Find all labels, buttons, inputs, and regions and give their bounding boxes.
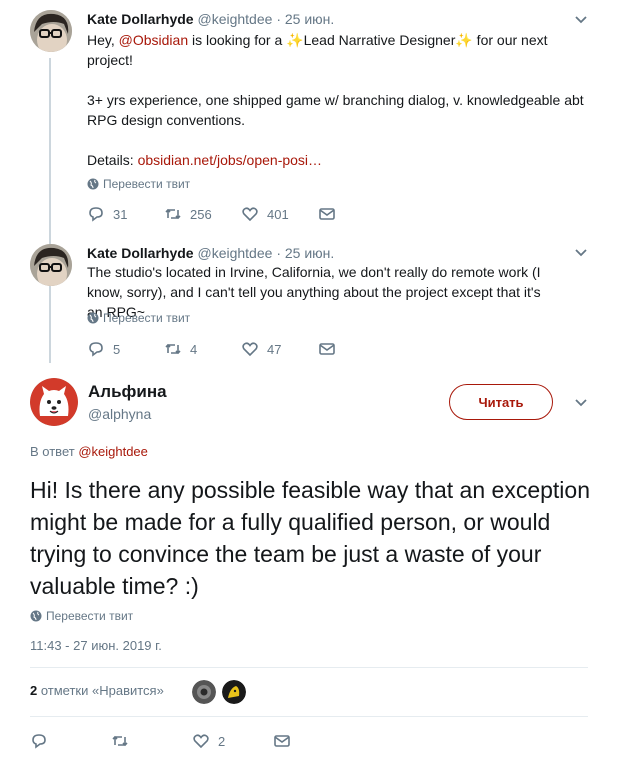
text-segment: is looking for a [188,32,287,48]
retweet-icon [165,343,181,355]
reply-icon [32,734,46,749]
divider [30,667,588,668]
reply-button[interactable]: 5 [87,340,164,358]
tweet-actions: 5 4 47 [87,340,395,358]
retweet-icon [112,735,128,747]
reply-icon [89,207,103,222]
translate-tweet-link[interactable]: Перевести твит [30,609,133,623]
retweet-button[interactable]: 4 [164,340,241,358]
mention-link[interactable]: @Obsidian [119,32,188,48]
chevron-down-icon[interactable] [574,396,588,410]
liker-avatar[interactable] [222,680,246,704]
author-handle[interactable]: @keightdee [197,11,272,27]
liker-avatar[interactable] [192,680,216,704]
details-line: Details: obsidian.net/jobs/open-posi… [87,150,578,170]
text-segment: Hey, [87,32,119,48]
reply-to-link[interactable]: @keightdee [78,444,148,459]
envelope-icon [319,208,335,220]
direct-message-button[interactable] [318,205,395,223]
tweet-timestamp[interactable]: 11:43 - 27 июн. 2019 г. [30,638,162,653]
main-avatar[interactable] [30,378,78,426]
like-count: 2 [218,733,226,749]
avatar-image [30,244,72,286]
details-link[interactable]: obsidian.net/jobs/open-posi… [138,152,322,168]
like-button[interactable]: 2 [192,732,273,750]
sparkle-emoji: ✨ [455,32,473,48]
tweet-header: Kate Dollarhyde @keightdee · 25 июн. [87,10,578,28]
translate-label: Перевести твит [103,177,191,191]
main-author: Альфина @alphyna [88,382,167,422]
globe-icon [87,178,99,190]
retweet-count: 256 [190,206,212,222]
direct-message-button[interactable] [318,340,395,358]
envelope-icon [319,343,335,355]
globe-icon [87,312,99,324]
like-count: 401 [267,206,289,222]
translate-tweet-link[interactable]: Перевести твит [87,311,578,325]
retweet-count: 4 [190,341,198,357]
author-name[interactable]: Kate Dollarhyde [87,245,194,261]
follow-button[interactable]: Читать [449,384,553,420]
avatar-image [222,680,246,704]
avatar[interactable] [30,10,72,52]
main-tweet-text: Hi! Is there any possible feasible way t… [30,477,590,599]
text-paragraph: 3+ yrs experience, one shipped game w/ b… [87,92,584,128]
reply-count: 31 [113,206,128,222]
retweet-button[interactable]: 256 [164,205,241,223]
details-label: Details: [87,152,138,168]
divider [30,716,588,717]
like-count: 47 [267,341,282,357]
reply-prefix: В ответ [30,444,79,459]
tweet-text: Hey, @Obsidian is looking for a ✨Lead Na… [87,30,584,170]
envelope-icon [274,735,290,747]
reply-count: 5 [113,341,121,357]
translate-label: Перевести твит [46,609,134,623]
tweet-date[interactable]: 25 июн. [285,11,334,27]
retweet-icon [165,208,181,220]
author-handle[interactable]: @alphyna [88,406,167,422]
sparkle-emoji: ✨ [286,32,304,48]
like-button[interactable]: 401 [241,205,318,223]
tweet-date[interactable]: 25 июн. [285,245,334,261]
author-name[interactable]: Альфина [88,382,167,402]
reply-icon [89,342,103,357]
retweet-button[interactable] [111,732,192,750]
text-segment: Lead Narrative Designer [303,32,456,48]
likes-label: отметки «Нравится» [37,683,164,698]
direct-message-button[interactable] [273,732,354,750]
likes-summary[interactable]: 2 отметки «Нравится» [30,683,164,698]
avatar[interactable] [30,244,72,286]
author-handle[interactable]: @keightdee [197,245,272,261]
avatar-image [192,680,216,704]
reply-context: В ответ @keightdee [30,444,148,459]
chevron-down-icon[interactable] [574,246,588,260]
tweet-actions: 31 256 401 [87,205,395,223]
avatar-image [30,10,72,52]
translate-tweet-link[interactable]: Перевести твит [87,177,578,191]
main-tweet-actions: 2 [30,732,354,750]
heart-icon [242,342,258,357]
tweet-header: Kate Dollarhyde @keightdee · 25 июн. [87,244,578,262]
separator: · [276,11,281,27]
reply-button[interactable] [30,732,111,750]
chevron-down-icon[interactable] [574,13,588,27]
reply-button[interactable]: 31 [87,205,164,223]
avatar-image [30,378,78,426]
globe-icon [30,610,42,622]
like-button[interactable]: 47 [241,340,318,358]
author-name[interactable]: Kate Dollarhyde [87,11,194,27]
translate-label: Перевести твит [103,311,191,325]
separator: · [276,245,281,261]
heart-icon [242,207,258,222]
heart-icon [193,734,209,749]
thread-connector-line [49,58,51,363]
